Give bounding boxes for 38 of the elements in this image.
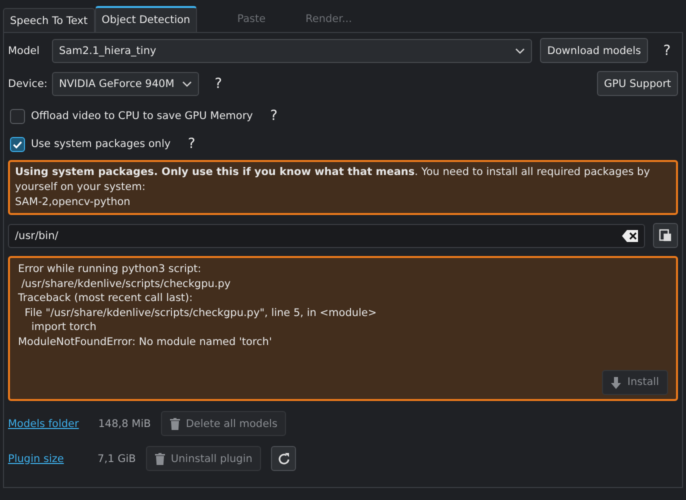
model-dropdown[interactable]: Sam2.1_hiera_tiny <box>52 38 532 62</box>
error-line: /usr/share/kdenlive/scripts/checkgpu.py <box>20 276 232 291</box>
background-toolbar-label: Paste <box>237 13 266 25</box>
help-icon[interactable]: ? <box>184 136 199 152</box>
checkbox-label: Use system packages only <box>31 138 171 150</box>
download-arrow-icon <box>611 376 622 388</box>
browse-button[interactable] <box>653 223 678 248</box>
tab[interactable]: Object Detection <box>94 6 198 32</box>
clear-icon[interactable] <box>622 230 638 242</box>
chevron-down-icon <box>515 48 526 54</box>
trash-icon <box>170 418 180 430</box>
device-label: Device: <box>8 78 44 90</box>
background-toolbar-label: Render... <box>306 13 352 25</box>
checkbox-label: Offload video to CPU to save GPU Memory <box>31 110 253 122</box>
refresh-icon <box>276 452 291 466</box>
error-line: Traceback (most recent call last): <box>18 291 194 306</box>
trash-icon <box>154 452 165 464</box>
help-icon[interactable]: ? <box>660 42 674 58</box>
error-line: import torch <box>30 320 98 334</box>
model-label: Model <box>8 44 41 56</box>
size-value: 148,8 MiB <box>97 418 151 430</box>
error-line: File "/usr/share/kdenlive/scripts/checkgpu.py", line 5, in <module> <box>24 306 378 320</box>
package-list: SAM-2,opencv-python <box>15 195 671 210</box>
help-icon[interactable]: ? <box>211 76 226 92</box>
error-line: Error while running python3 script: <box>18 262 202 276</box>
size-value: 7,1 GiB <box>96 452 136 464</box>
download-models-button[interactable]: Download models <box>540 38 648 63</box>
gpu-support-button[interactable]: GPU Support <box>597 71 678 96</box>
device-dropdown[interactable]: NVIDIA GeForce 940M <box>52 72 200 96</box>
checkbox[interactable] <box>10 136 25 152</box>
tab[interactable]: Speech To Text <box>3 8 95 32</box>
checkbox[interactable] <box>10 108 25 124</box>
chevron-down-icon <box>182 80 192 86</box>
warning-text: Using system packages. Only use this if you know what that means. You need to install all required packages by yourself on your system: <box>15 165 651 195</box>
error-line: ModuleNotFoundError: No module named 'torch' <box>18 334 273 349</box>
path-field[interactable]: /usr/bin/ <box>8 224 645 248</box>
help-icon[interactable]: ? <box>266 108 281 124</box>
copy-icon <box>659 229 672 242</box>
